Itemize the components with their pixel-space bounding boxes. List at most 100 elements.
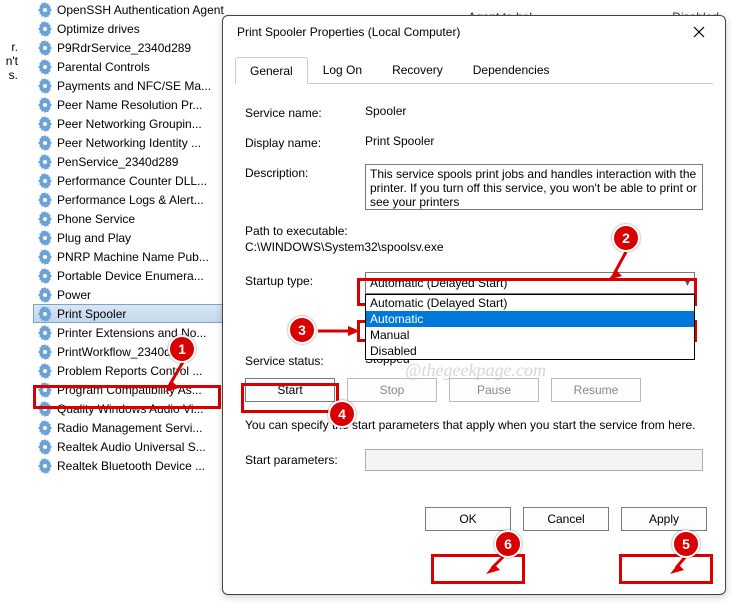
dialog-content: Service name: Spooler Display name: Prin… [223,84,725,501]
service-item[interactable]: Parental Controls [33,57,233,76]
close-icon [693,26,705,38]
service-name: Phone Service [57,212,135,226]
cancel-button[interactable]: Cancel [523,507,609,531]
service-item[interactable]: Quality Windows Audio Vi... [33,399,233,418]
service-item[interactable]: Performance Counter DLL... [33,171,233,190]
gear-icon [37,344,53,360]
annotation-arrow-1 [165,358,205,393]
left-truncated-text: r. n't s. [0,40,18,82]
service-status-label: Service status: [245,352,365,368]
service-item[interactable]: Printer Extensions and No... [33,323,233,342]
service-item[interactable]: Peer Name Resolution Pr... [33,95,233,114]
tab-general[interactable]: General [235,57,308,84]
service-name-label: Service name: [245,104,365,120]
option-auto-delayed[interactable]: Automatic (Delayed Start) [366,295,694,311]
service-name: Quality Windows Audio Vi... [57,402,204,416]
service-name: Optimize drives [57,22,140,36]
service-item[interactable]: PNRP Machine Name Pub... [33,247,233,266]
annotation-highlight-5 [619,554,713,584]
service-name: Realtek Bluetooth Device ... [57,459,205,473]
service-item[interactable]: OpenSSH Authentication Agent [33,0,233,19]
gear-icon [37,306,53,322]
gear-icon [37,59,53,75]
start-button[interactable]: Start [245,378,335,402]
startup-type-label: Startup type: [245,272,365,288]
service-item[interactable]: Payments and NFC/SE Ma... [33,76,233,95]
apply-button[interactable]: Apply [621,507,707,531]
service-item[interactable]: Print Spooler [33,304,233,323]
start-params-label: Start parameters: [245,453,365,467]
annotation-circle-4: 4 [328,400,356,428]
dialog-buttons: OK Cancel Apply [223,501,725,545]
gear-icon [37,97,53,113]
service-item[interactable]: Optimize drives [33,19,233,38]
stop-button: Stop [347,378,437,402]
service-item[interactable]: Peer Networking Identity ... [33,133,233,152]
startup-type-select[interactable]: Automatic (Delayed Start) ▾ [365,272,695,294]
annotation-circle-5: 5 [672,530,700,558]
ok-button[interactable]: OK [425,507,511,531]
service-item[interactable]: Portable Device Enumera... [33,266,233,285]
service-name: Peer Networking Identity ... [57,136,201,150]
service-name-value: Spooler [365,104,703,118]
annotation-circle-3: 3 [288,316,316,344]
service-name: Portable Device Enumera... [57,269,204,283]
description-label: Description: [245,164,365,180]
startup-type-dropdown: Automatic (Delayed Start) Automatic Manu… [365,294,695,360]
service-item[interactable]: Power [33,285,233,304]
gear-icon [37,458,53,474]
service-item[interactable]: Performance Logs & Alert... [33,190,233,209]
option-disabled[interactable]: Disabled [366,343,694,359]
service-item[interactable]: P9RdrService_2340d289 [33,38,233,57]
service-name: P9RdrService_2340d289 [57,41,191,55]
gear-icon [37,230,53,246]
option-automatic[interactable]: Automatic [366,311,694,327]
service-name: PenService_2340d289 [57,155,178,169]
annotation-arrow-2 [608,248,638,283]
annotation-arrow-3 [316,324,360,338]
service-item[interactable]: Radio Management Servi... [33,418,233,437]
gear-icon [37,382,53,398]
service-name: Realtek Audio Universal S... [57,440,206,454]
start-params-input [365,449,703,471]
description-box[interactable]: This service spools print jobs and handl… [365,164,703,210]
tab-recovery[interactable]: Recovery [377,56,458,83]
service-item[interactable]: Realtek Bluetooth Device ... [33,456,233,475]
tab-strip: General Log On Recovery Dependencies [235,56,713,84]
gear-icon [37,116,53,132]
service-name: OpenSSH Authentication Agent [57,3,224,17]
gear-icon [37,78,53,94]
annotation-circle-6: 6 [494,530,522,558]
annotation-circle-2: 2 [612,224,640,252]
service-name: Parental Controls [57,60,150,74]
startup-type-value: Automatic (Delayed Start) [370,276,507,290]
close-button[interactable] [683,18,715,46]
gear-icon [37,363,53,379]
gear-icon [37,268,53,284]
gear-icon [37,40,53,56]
service-name: Print Spooler [57,307,126,321]
service-name: Peer Name Resolution Pr... [57,98,202,112]
gear-icon [37,325,53,341]
tab-logon[interactable]: Log On [308,56,377,83]
service-name: Power [57,288,91,302]
service-name: PNRP Machine Name Pub... [57,250,209,264]
gear-icon [37,135,53,151]
option-manual[interactable]: Manual [366,327,694,343]
service-item[interactable]: Realtek Audio Universal S... [33,437,233,456]
tab-dependencies[interactable]: Dependencies [458,56,565,83]
service-name: Performance Counter DLL... [57,174,207,188]
service-item[interactable]: Plug and Play [33,228,233,247]
dialog-titlebar: Print Spooler Properties (Local Computer… [223,16,725,48]
service-name: Plug and Play [57,231,131,245]
service-item[interactable]: Peer Networking Groupin... [33,114,233,133]
service-item[interactable]: Phone Service [33,209,233,228]
resume-button: Resume [551,378,641,402]
gear-icon [37,420,53,436]
service-name: Payments and NFC/SE Ma... [57,79,211,93]
service-item[interactable]: PenService_2340d289 [33,152,233,171]
gear-icon [37,2,53,18]
service-control-buttons: Start Stop Pause Resume [245,378,703,402]
service-name: Performance Logs & Alert... [57,193,204,207]
properties-dialog: Print Spooler Properties (Local Computer… [222,15,726,595]
